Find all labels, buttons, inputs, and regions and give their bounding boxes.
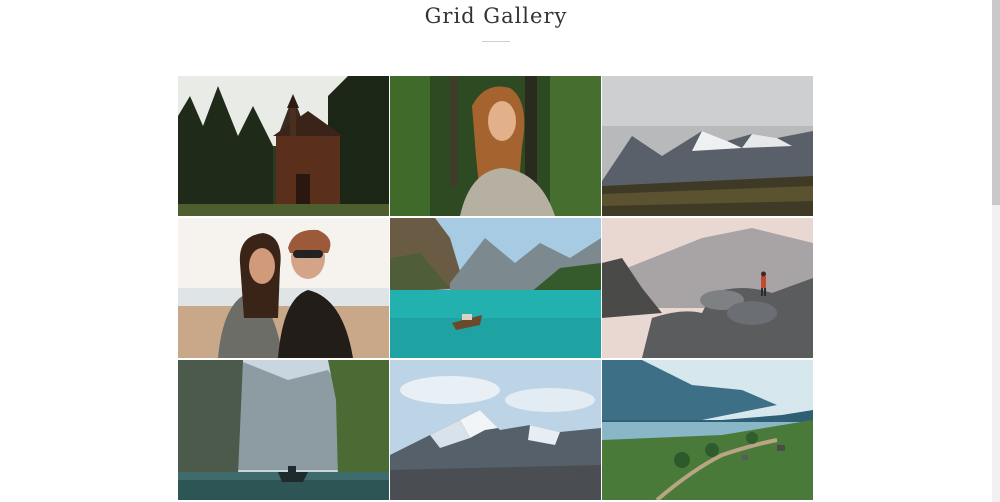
gallery-image-woman-forest[interactable]: [390, 76, 601, 216]
image-grid: [178, 76, 814, 500]
page-title: Grid Gallery: [424, 4, 568, 28]
gallery-image-misty-mountains[interactable]: [602, 76, 813, 216]
turquoise-lake-image: [390, 218, 601, 358]
gallery-image-two-friends[interactable]: [178, 218, 389, 358]
forest-chapel-image: [178, 76, 389, 216]
gallery-image-river-valley[interactable]: [602, 360, 813, 500]
hiker-rocks-image: [602, 218, 813, 358]
snowy-peaks-image: [390, 360, 601, 500]
gallery-image-hiker-rocks[interactable]: [602, 218, 813, 358]
gallery-image-forest-chapel[interactable]: [178, 76, 389, 216]
misty-mountains-image: [602, 76, 813, 216]
page-scrollbar[interactable]: [992, 0, 1000, 502]
gallery-image-fjord-cliffs[interactable]: [178, 360, 389, 500]
gallery-image-turquoise-lake[interactable]: [390, 218, 601, 358]
gallery-page: Grid Gallery: [0, 0, 1000, 502]
two-friends-image: [178, 218, 389, 358]
fjord-cliffs-image: [178, 360, 389, 500]
gallery-image-snowy-peaks[interactable]: [390, 360, 601, 500]
river-valley-image: [602, 360, 813, 500]
woman-forest-image: [390, 76, 601, 216]
scrollbar-thumb[interactable]: [992, 0, 1000, 205]
title-divider: [482, 41, 510, 42]
